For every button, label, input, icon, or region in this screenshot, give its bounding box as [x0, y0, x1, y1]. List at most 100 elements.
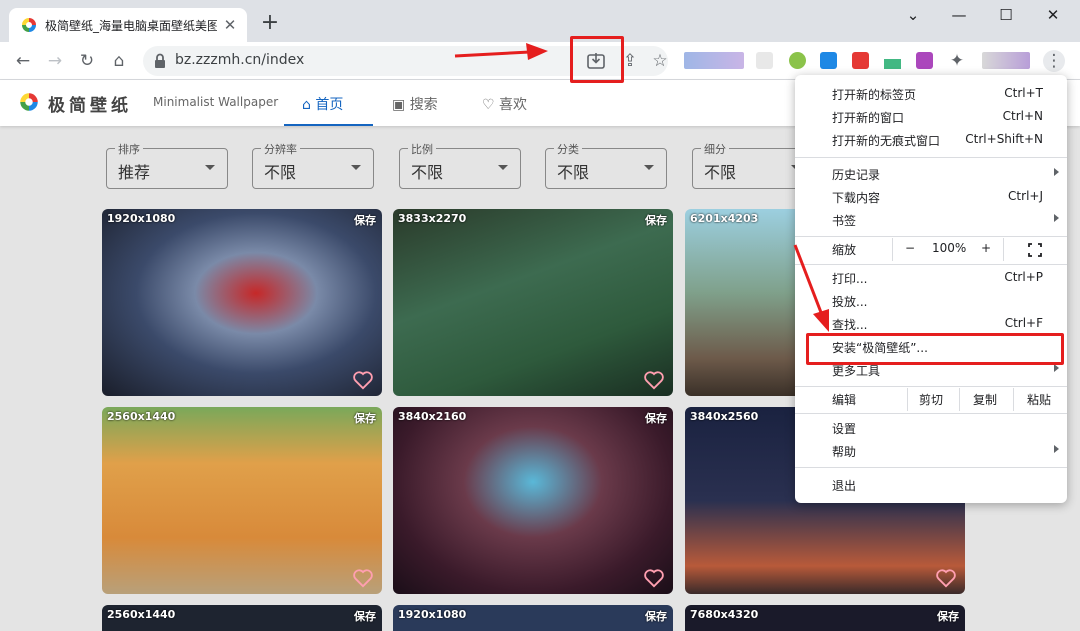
forward-icon[interactable]: →: [44, 50, 66, 72]
new-tab-button[interactable]: +: [258, 12, 282, 36]
filter-label: 细分: [701, 141, 729, 157]
menu-item-new-tab[interactable]: 打开新的标签页 Ctrl+T: [795, 83, 1067, 106]
filter-resolution[interactable]: 分辨率 不限: [252, 141, 374, 189]
menu-item-bookmarks[interactable]: 书签: [795, 209, 1067, 232]
image-search-icon: ▣: [392, 97, 406, 113]
url-text[interactable]: bz.zzzmh.cn/index: [175, 52, 304, 68]
wallpaper-card[interactable]: 1920x1080 保存: [102, 209, 382, 396]
wallpaper-card[interactable]: 6201x4203: [685, 209, 795, 396]
favorite-heart-icon[interactable]: [352, 370, 374, 390]
wallpaper-card[interactable]: 7680x4320 保存: [685, 605, 965, 631]
save-button[interactable]: 保存: [937, 608, 959, 624]
extension-icon[interactable]: [756, 52, 773, 69]
menu-item-downloads[interactable]: 下载内容 Ctrl+J: [795, 186, 1067, 209]
minimize-button[interactable]: —: [944, 4, 974, 28]
filter-sort[interactable]: 排序 推荐: [106, 141, 228, 189]
menu-item-cast[interactable]: 投放...: [795, 290, 1067, 313]
cut-button[interactable]: 剪切: [919, 391, 943, 408]
nav-favorites[interactable]: ♡ 喜欢: [482, 94, 527, 114]
resolution-badge: 1920x1080: [398, 608, 467, 621]
maximize-button[interactable]: ☐: [991, 4, 1021, 28]
tab-search-dropdown-icon[interactable]: ⌄: [898, 4, 928, 28]
menu-item-print[interactable]: 打印... Ctrl+P: [795, 267, 1067, 290]
menu-shortcut: Ctrl+T: [1004, 86, 1043, 100]
extension-icon[interactable]: [916, 52, 933, 69]
menu-label: 编辑: [832, 393, 857, 407]
site-name[interactable]: 极简壁纸: [48, 91, 132, 116]
submenu-arrow-icon: [1054, 168, 1059, 176]
menu-item-new-window[interactable]: 打开新的窗口 Ctrl+N: [795, 106, 1067, 129]
filter-value: 不限: [704, 163, 737, 182]
resolution-badge: 3840x2560: [690, 410, 759, 423]
resolution-badge: 7680x4320: [690, 608, 759, 621]
menu-item-history[interactable]: 历史记录: [795, 163, 1067, 186]
wallpaper-card[interactable]: 3833x2270 保存: [393, 209, 673, 396]
submenu-arrow-icon: [1054, 364, 1059, 372]
menu-label: 下载内容: [832, 191, 881, 205]
dropdown-arrow-icon: [351, 165, 361, 170]
menu-item-zoom: 缩放 − 100% +: [795, 238, 1067, 261]
zoom-level: 100%: [932, 241, 967, 255]
save-button[interactable]: 保存: [354, 410, 376, 426]
filter-label: 分辨率: [261, 141, 300, 157]
menu-divider: [795, 413, 1067, 414]
browser-tab[interactable]: 极简壁纸_海量电脑桌面壁纸美图 ✕: [9, 8, 247, 42]
bookmark-star-icon[interactable]: ☆: [649, 50, 671, 72]
extension-icon[interactable]: [820, 52, 837, 69]
extension-icon[interactable]: [852, 52, 869, 69]
menu-divider: [795, 264, 1067, 265]
save-button[interactable]: 保存: [354, 608, 376, 624]
save-button[interactable]: 保存: [354, 212, 376, 228]
save-button[interactable]: 保存: [645, 410, 667, 426]
menu-item-help[interactable]: 帮助: [795, 440, 1067, 463]
nav-home[interactable]: ⌂ 首页: [302, 94, 343, 114]
wallpaper-card[interactable]: 2560x1440 保存: [102, 407, 382, 594]
nav-home-label: 首页: [315, 97, 344, 113]
save-button[interactable]: 保存: [645, 212, 667, 228]
menu-item-incognito[interactable]: 打开新的无痕式窗口 Ctrl+Shift+N: [795, 129, 1067, 152]
cell-divider: [1003, 238, 1004, 261]
menu-label: 设置: [832, 422, 857, 436]
annotation-highlight-box: [806, 333, 1064, 365]
back-icon[interactable]: ←: [12, 50, 34, 72]
blurred-extensions[interactable]: [684, 52, 744, 69]
wallpaper-card[interactable]: 3840x2160 保存: [393, 407, 673, 594]
filter-category[interactable]: 分类 不限: [545, 141, 667, 189]
zoom-in-button[interactable]: +: [981, 241, 991, 255]
favorite-heart-icon[interactable]: [935, 568, 957, 588]
browser-menu-icon[interactable]: ⋮: [1043, 50, 1065, 72]
menu-label: 打开新的窗口: [832, 111, 905, 125]
close-window-button[interactable]: ✕: [1038, 4, 1068, 28]
reload-icon[interactable]: ↻: [76, 50, 98, 72]
save-button[interactable]: 保存: [645, 608, 667, 624]
extension-icon[interactable]: [789, 52, 806, 69]
menu-label: 投放...: [832, 295, 868, 309]
favorite-heart-icon[interactable]: [643, 568, 665, 588]
menu-item-settings[interactable]: 设置: [795, 417, 1067, 440]
tab-close-icon[interactable]: ✕: [221, 16, 239, 34]
fullscreen-icon[interactable]: [1028, 243, 1042, 257]
filter-ratio[interactable]: 比例 不限: [399, 141, 521, 189]
zoom-out-button[interactable]: −: [905, 241, 915, 255]
filter-value: 不限: [557, 163, 590, 182]
site-logo-icon[interactable]: [19, 92, 39, 112]
submenu-arrow-icon: [1054, 445, 1059, 453]
extension-icon[interactable]: [884, 52, 901, 69]
filter-label: 排序: [115, 141, 143, 157]
filter-value: 不限: [411, 163, 444, 182]
favorite-heart-icon[interactable]: [643, 370, 665, 390]
nav-search[interactable]: ▣ 搜索: [392, 94, 438, 114]
favorite-heart-icon[interactable]: [352, 568, 374, 588]
copy-button[interactable]: 复制: [973, 391, 997, 408]
heart-icon: ♡: [482, 97, 495, 113]
wallpaper-card[interactable]: 2560x1440 保存: [102, 605, 382, 631]
menu-label: 打开新的无痕式窗口: [832, 134, 941, 148]
dropdown-arrow-icon: [644, 165, 654, 170]
paste-button[interactable]: 粘贴: [1027, 391, 1051, 408]
wallpaper-card[interactable]: 1920x1080 保存: [393, 605, 673, 631]
extensions-puzzle-icon[interactable]: ✦: [946, 50, 968, 72]
home-icon[interactable]: ⌂: [108, 50, 130, 72]
menu-item-exit[interactable]: 退出: [795, 474, 1067, 497]
profile-avatar[interactable]: [982, 52, 1030, 69]
lock-icon[interactable]: [152, 52, 168, 70]
